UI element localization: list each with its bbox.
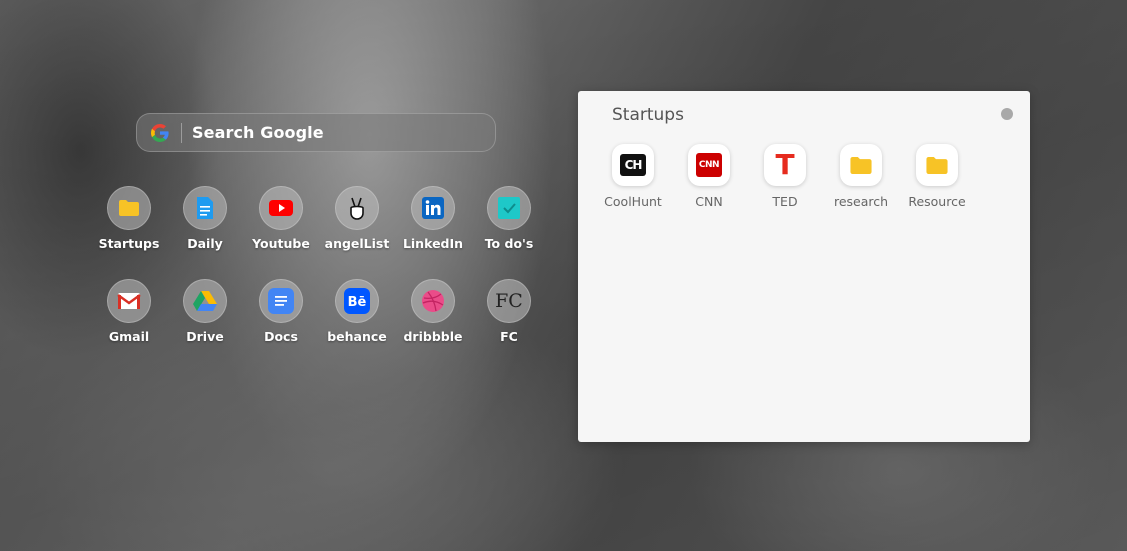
linkedin-icon [422, 197, 444, 219]
shortcut-label: Startups [98, 236, 160, 251]
shortcut-label: Gmail [108, 329, 150, 344]
coolhunt-icon-text: CH [624, 158, 643, 172]
shortcut-label: FC [500, 329, 518, 344]
shortcut-docs[interactable]: Docs [243, 279, 319, 359]
coolhunt-icon: CH [620, 154, 646, 176]
close-icon[interactable] [1001, 108, 1013, 120]
folder-icon [926, 156, 948, 174]
shortcut-label: To do's [484, 236, 534, 251]
shortcut-bubble [107, 279, 151, 323]
shortcut-bubble [335, 186, 379, 230]
shortcut-drive[interactable]: Drive [167, 279, 243, 359]
cnn-icon-text: CNN [698, 160, 720, 170]
search-divider [181, 122, 182, 143]
panel-item-label: CoolHunt [604, 194, 662, 209]
panel-item-label: CNN [695, 194, 723, 209]
document-icon [197, 197, 213, 219]
drive-icon [193, 291, 217, 311]
shortcut-label: Drive [186, 329, 224, 344]
shortcut-bubble [411, 279, 455, 323]
cnn-icon: CNN [696, 153, 722, 177]
panel-item-label: TED [772, 194, 798, 209]
shortcut-bubble: Bē [335, 279, 379, 323]
shortcut-label: behance [327, 329, 387, 344]
panel-item-bubble: CH [612, 144, 654, 186]
svg-text:Bē: Bē [348, 295, 367, 310]
google-icon [149, 122, 171, 144]
panel-item-coolhunt[interactable]: CH CoolHunt [595, 144, 671, 209]
folder-icon [119, 200, 139, 216]
panel-item-bubble: T [764, 144, 806, 186]
shortcut-bubble [183, 279, 227, 323]
shortcut-label: dribbble [403, 329, 463, 344]
shortcut-label: Daily [187, 236, 223, 251]
dribbble-icon [422, 290, 444, 312]
peace-hand-icon [350, 197, 364, 220]
panel-item-research[interactable]: research [823, 144, 899, 209]
search-bar[interactable]: Search Google [136, 113, 496, 152]
shortcut-dribbble[interactable]: dribbble [395, 279, 471, 359]
gmail-icon [117, 293, 141, 309]
panel-item-cnn[interactable]: CNN CNN [671, 144, 747, 209]
shortcut-startups[interactable]: Startups [91, 186, 167, 266]
docs-icon [268, 288, 294, 314]
shortcut-bubble [259, 279, 303, 323]
shortcut-label: Youtube [252, 236, 310, 251]
search-label: Search Google [192, 123, 324, 142]
shortcut-daily[interactable]: Daily [167, 186, 243, 266]
panel-item-label: research [833, 194, 889, 209]
shortcut-todos[interactable]: To do's [471, 186, 547, 266]
shortcut-bubble: FC [487, 279, 531, 323]
shortcut-youtube[interactable]: Youtube [243, 186, 319, 266]
fc-text-icon: FC [495, 290, 523, 312]
youtube-icon [269, 200, 293, 216]
folder-icon [850, 156, 872, 174]
shortcut-bubble [487, 186, 531, 230]
shortcut-gmail[interactable]: Gmail [91, 279, 167, 359]
shortcut-label: LinkedIn [402, 236, 464, 251]
panel-item-ted[interactable]: T TED [747, 144, 823, 209]
panel-item-bubble [840, 144, 882, 186]
panel-item-bubble [916, 144, 958, 186]
shortcut-bubble [411, 186, 455, 230]
shortcut-linkedin[interactable]: LinkedIn [395, 186, 471, 266]
shortcut-label: Docs [264, 329, 298, 344]
ted-icon: T [775, 148, 795, 181]
behance-icon: Bē [344, 288, 370, 314]
panel-item-bubble: CNN [688, 144, 730, 186]
shortcut-bubble [259, 186, 303, 230]
panel-item-label: Resource [908, 194, 966, 209]
shortcut-label: angelList [324, 236, 390, 251]
todo-check-icon [498, 197, 520, 219]
panel-item-resource[interactable]: Resource [899, 144, 975, 209]
shortcut-bubble [107, 186, 151, 230]
shortcut-bubble [183, 186, 227, 230]
shortcut-behance[interactable]: Bē behance [319, 279, 395, 359]
shortcut-fc[interactable]: FC FC [471, 279, 547, 359]
shortcut-angellist[interactable]: angelList [319, 186, 395, 266]
panel-title[interactable]: Startups [612, 105, 684, 125]
folder-panel: Startups CH CoolHunt CNN CNN T TED resea… [578, 91, 1030, 442]
